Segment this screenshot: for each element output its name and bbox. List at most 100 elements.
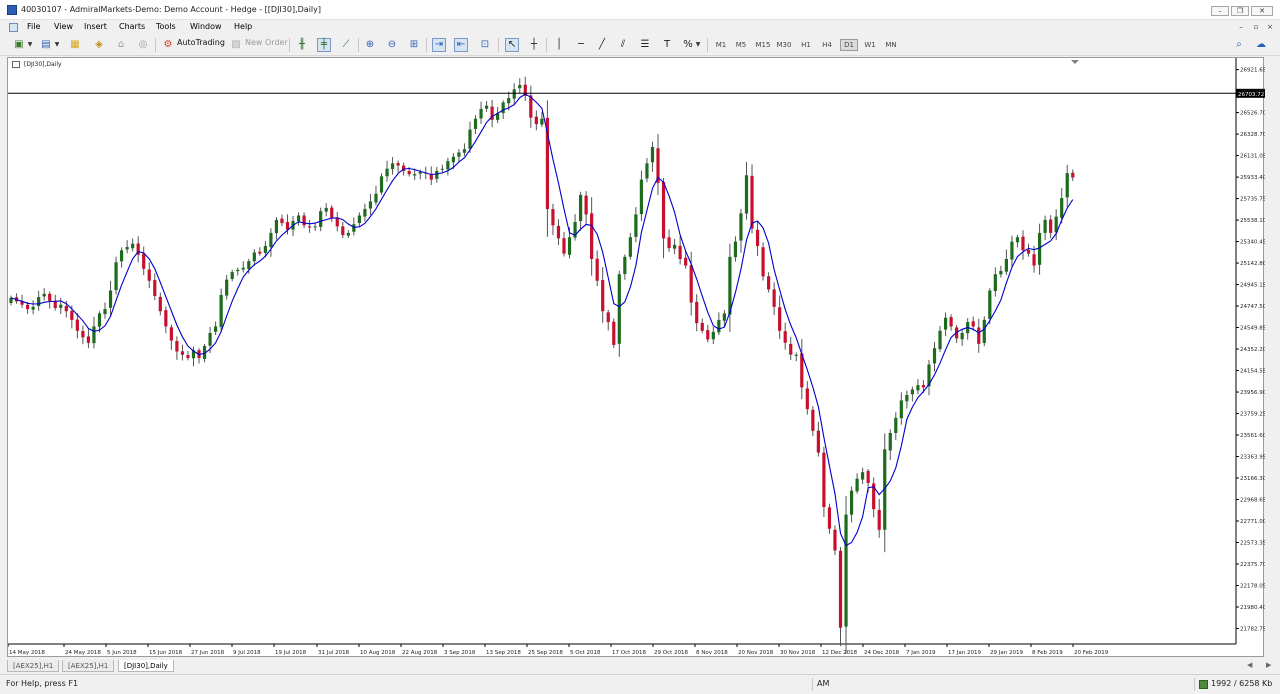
zoom-out-icon[interactable]: ⊖ xyxy=(385,38,399,52)
candle-bull xyxy=(999,270,1003,275)
market-watch-icon[interactable]: ▦ xyxy=(68,38,82,52)
menu-window[interactable]: Window xyxy=(190,22,222,31)
mdi-close-button[interactable]: × xyxy=(1265,23,1275,32)
navigator-icon[interactable]: ◈ xyxy=(92,38,106,52)
autotrading-button[interactable]: AutoTrading xyxy=(177,38,225,47)
tab-dji30-daily[interactable]: [DJI30],Daily xyxy=(118,660,174,672)
candle-bear xyxy=(534,116,538,125)
candle-bull xyxy=(578,194,583,222)
tab-scroll-left-icon[interactable]: ◀ xyxy=(1247,661,1252,669)
chart-shift-icon[interactable]: ⇤ xyxy=(454,38,468,52)
strategy-tester-icon[interactable]: ◎ xyxy=(136,38,150,52)
profiles-icon[interactable]: ▤ xyxy=(39,38,53,52)
candle-bull xyxy=(390,163,395,170)
menu-file[interactable]: File xyxy=(27,22,40,31)
time-tick-label: 27 Jun 2018 xyxy=(191,650,225,656)
timeframe-m1[interactable]: M1 xyxy=(712,39,730,51)
menu-help[interactable]: Help xyxy=(234,22,252,31)
chart-window-icon[interactable] xyxy=(9,23,18,32)
new-chart-icon[interactable]: ▣ xyxy=(12,38,26,52)
timeframe-mn[interactable]: MN xyxy=(882,39,900,51)
timeframe-m5[interactable]: M5 xyxy=(732,39,750,51)
chart-window[interactable]: 26703.72 26921.65 26723.65 26526.70 26328.70… xyxy=(7,57,1265,658)
candlestick-icon[interactable]: ╪ xyxy=(317,38,331,52)
timeframe-m15[interactable]: M15 xyxy=(754,39,772,51)
tile-windows-icon[interactable]: ⊞ xyxy=(407,38,421,52)
chat-icon[interactable]: ☁ xyxy=(1254,38,1268,52)
candle-bull xyxy=(214,326,218,332)
tab-aex25-h1-b[interactable]: [AEX25],H1 xyxy=(62,660,115,672)
menu-tools[interactable]: Tools xyxy=(156,22,176,31)
time-tick-label: 17 Oct 2018 xyxy=(612,650,647,656)
terminal-icon[interactable]: ⌂ xyxy=(114,38,128,52)
candle-bull xyxy=(363,208,367,217)
indicators-icon[interactable]: ⊡ xyxy=(478,38,492,52)
candle-bull xyxy=(861,472,865,480)
fibonacci-icon[interactable]: ☰ xyxy=(638,38,652,52)
price-tick-label: 26131.05 xyxy=(1240,154,1265,160)
candle-bull xyxy=(37,297,41,307)
timeframe-w1[interactable]: W1 xyxy=(861,39,879,51)
close-button[interactable]: ✕ xyxy=(1251,6,1273,16)
mdi-minimize-button[interactable]: – xyxy=(1236,23,1246,32)
candle-bull xyxy=(208,332,212,346)
candle-bear xyxy=(606,312,610,323)
equidistant-channel-icon[interactable]: ⫽ xyxy=(616,38,630,52)
candle-bear xyxy=(396,163,400,166)
timeframe-h1[interactable]: H1 xyxy=(797,39,815,51)
arrows-tool-icon[interactable]: % xyxy=(681,38,695,52)
chevron-down-icon[interactable]: ▼ xyxy=(26,38,34,52)
new-order-button[interactable]: New Order xyxy=(245,38,288,47)
horizontal-line-icon[interactable]: ─ xyxy=(574,38,588,52)
menu-charts[interactable]: Charts xyxy=(119,22,145,31)
candle-bear xyxy=(258,251,262,254)
candle-bull xyxy=(567,237,572,255)
menu-view[interactable]: View xyxy=(54,22,73,31)
candle-bear xyxy=(302,215,306,226)
tab-scroll-right-icon[interactable]: ▶ xyxy=(1266,661,1271,669)
crosshair-icon[interactable]: ┼ xyxy=(527,38,541,52)
trendline-icon[interactable]: ╱ xyxy=(595,38,609,52)
chart-canvas[interactable]: 26703.7226921.6526723.6526526.7026328.70… xyxy=(8,58,1265,658)
chevron-down-icon[interactable]: ▼ xyxy=(694,38,702,52)
price-tick-label: 26921.65 xyxy=(1240,68,1265,74)
timeframe-m30[interactable]: M30 xyxy=(775,39,793,51)
candle-bear xyxy=(81,331,85,338)
minimize-button[interactable]: – xyxy=(1211,6,1229,16)
menu-insert[interactable]: Insert xyxy=(84,22,107,31)
connection-status-icon xyxy=(1199,680,1208,689)
candle-bear xyxy=(147,269,151,281)
line-chart-icon[interactable]: ⟋ xyxy=(339,38,353,52)
mdi-restore-button[interactable]: ▫ xyxy=(1251,23,1261,32)
timeframe-d1[interactable]: D1 xyxy=(840,39,858,51)
time-tick-label: 30 Nov 2018 xyxy=(780,650,816,656)
candle-bull xyxy=(1037,232,1042,265)
candle-bear xyxy=(977,327,981,344)
candle-bear xyxy=(761,247,765,277)
zoom-in-icon[interactable]: ⊕ xyxy=(363,38,377,52)
time-tick-label: 8 Nov 2018 xyxy=(696,650,728,656)
vertical-line-icon[interactable]: │ xyxy=(552,38,566,52)
time-tick-label: 3 Sep 2018 xyxy=(444,650,476,656)
candle-bear xyxy=(153,280,157,296)
candle-bull xyxy=(512,89,516,99)
time-tick-label: 10 Aug 2018 xyxy=(360,650,396,656)
text-tool-icon[interactable]: T xyxy=(660,38,674,52)
autotrading-icon[interactable]: ⚙ xyxy=(161,38,175,52)
status-time-indicator: AM xyxy=(817,679,830,688)
cursor-icon[interactable]: ↖ xyxy=(505,38,519,52)
bar-chart-icon[interactable]: ╫ xyxy=(295,38,309,52)
time-tick-label: 5 Jun 2018 xyxy=(107,650,137,656)
chart-shift-marker[interactable] xyxy=(1071,60,1079,64)
autoscroll-icon[interactable]: ⇥ xyxy=(432,38,446,52)
price-tick-label: 22968.65 xyxy=(1240,498,1265,504)
candle-bull xyxy=(296,215,301,222)
candle-bull xyxy=(910,389,914,395)
search-icon[interactable]: ⌕ xyxy=(1232,38,1246,52)
chevron-down-icon[interactable]: ▼ xyxy=(53,38,61,52)
timeframe-h4[interactable]: H4 xyxy=(818,39,836,51)
restore-button[interactable]: ❐ xyxy=(1231,6,1249,16)
tab-aex25-h1-a[interactable]: [AEX25],H1 xyxy=(7,660,60,672)
new-order-icon[interactable]: ▧ xyxy=(229,38,243,52)
candle-bull xyxy=(103,309,107,315)
